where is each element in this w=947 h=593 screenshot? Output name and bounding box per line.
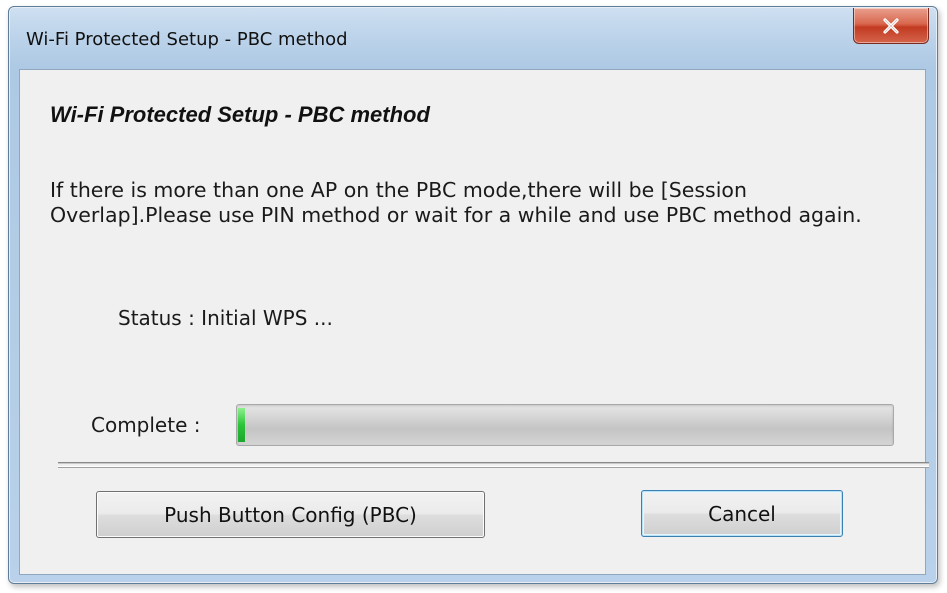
close-button[interactable]: [853, 8, 929, 44]
cancel-button[interactable]: Cancel: [641, 490, 843, 537]
separator-line: [58, 462, 929, 467]
complete-label: Complete :: [91, 413, 201, 437]
close-x-icon: [883, 17, 899, 34]
dialog-body: Wi-Fi Protected Setup - PBC method If th…: [19, 69, 929, 575]
info-message: If there is more than one AP on the PBC …: [50, 178, 920, 228]
dialog-heading: Wi-Fi Protected Setup - PBC method: [50, 102, 430, 127]
title-bar[interactable]: Wi-Fi Protected Setup - PBC method: [9, 7, 937, 69]
push-button-config-button[interactable]: Push Button Config (PBC): [96, 491, 485, 538]
progress-fill: [238, 408, 245, 442]
window-title: Wi-Fi Protected Setup - PBC method: [26, 29, 348, 50]
progress-bar: [236, 404, 894, 446]
wps-pbc-dialog: Wi-Fi Protected Setup - PBC method Wi-Fi…: [8, 6, 938, 584]
info-message-line-1: If there is more than one AP on the PBC …: [50, 178, 747, 202]
status-text: Status : Initial WPS ...: [118, 306, 333, 330]
info-message-line-2: Overlap].Please use PIN method or wait f…: [50, 203, 862, 227]
